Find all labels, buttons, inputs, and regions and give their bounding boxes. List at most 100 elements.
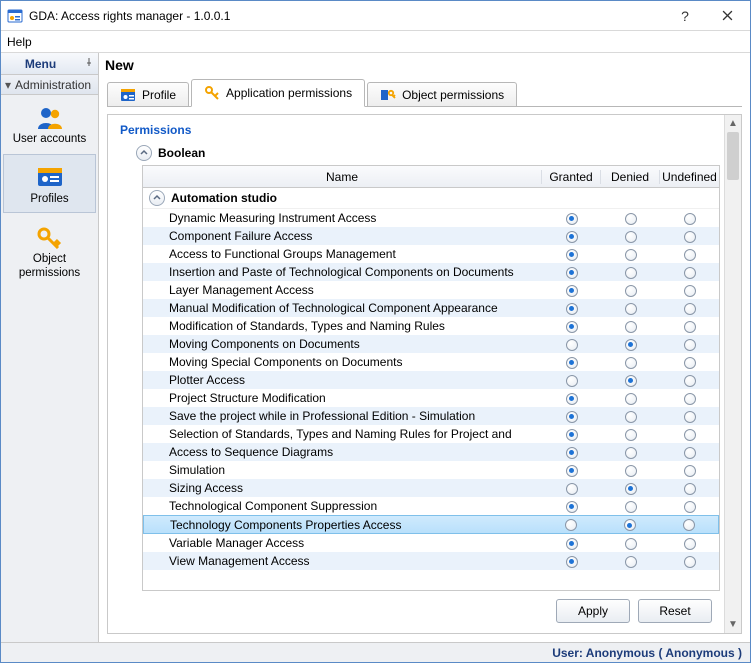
table-row[interactable]: Access to Functional Groups Management: [143, 245, 719, 263]
radio-icon[interactable]: [684, 483, 696, 495]
radio-denied[interactable]: [601, 319, 660, 333]
radio-undef[interactable]: [660, 391, 719, 405]
radio-icon[interactable]: [566, 303, 578, 315]
radio-undef[interactable]: [660, 463, 719, 477]
radio-icon[interactable]: [684, 393, 696, 405]
radio-denied[interactable]: [601, 481, 660, 495]
table-row[interactable]: Moving Special Components on Documents: [143, 353, 719, 371]
scroll-track[interactable]: [725, 132, 741, 616]
table-row[interactable]: Variable Manager Access: [143, 534, 719, 552]
radio-denied[interactable]: [601, 265, 660, 279]
radio-icon[interactable]: [684, 447, 696, 459]
radio-denied[interactable]: [601, 229, 660, 243]
radio-icon[interactable]: [566, 393, 578, 405]
radio-denied[interactable]: [601, 391, 660, 405]
table-row[interactable]: Moving Components on Documents: [143, 335, 719, 353]
radio-denied[interactable]: [601, 355, 660, 369]
radio-granted[interactable]: [542, 301, 601, 315]
radio-undef[interactable]: [660, 301, 719, 315]
radio-granted[interactable]: [542, 247, 601, 261]
radio-icon[interactable]: [684, 538, 696, 550]
table-row[interactable]: Insertion and Paste of Technological Com…: [143, 263, 719, 281]
radio-icon[interactable]: [625, 357, 637, 369]
radio-icon[interactable]: [625, 321, 637, 333]
table-row[interactable]: Plotter Access: [143, 371, 719, 389]
col-name[interactable]: Name: [143, 170, 542, 184]
radio-icon[interactable]: [684, 501, 696, 513]
radio-granted[interactable]: [542, 481, 601, 495]
pin-icon[interactable]: [80, 57, 98, 70]
sidebar-item-object-permissions[interactable]: Object permissions: [1, 215, 98, 285]
table-row[interactable]: Project Structure Modification: [143, 389, 719, 407]
radio-granted[interactable]: [542, 283, 601, 297]
table-row[interactable]: Manual Modification of Technological Com…: [143, 299, 719, 317]
radio-icon[interactable]: [566, 447, 578, 459]
radio-granted[interactable]: [542, 536, 601, 550]
radio-denied[interactable]: [601, 554, 660, 568]
radio-undef[interactable]: [660, 355, 719, 369]
help-button[interactable]: ?: [665, 1, 705, 31]
radio-icon[interactable]: [625, 447, 637, 459]
table-row[interactable]: Technological Component Suppression: [143, 497, 719, 515]
radio-granted[interactable]: [542, 427, 601, 441]
radio-granted[interactable]: [542, 391, 601, 405]
radio-icon[interactable]: [566, 231, 578, 243]
table-row[interactable]: Simulation: [143, 461, 719, 479]
radio-undef[interactable]: [659, 518, 718, 532]
radio-denied[interactable]: [601, 337, 660, 351]
radio-icon[interactable]: [566, 556, 578, 568]
radio-icon[interactable]: [566, 285, 578, 297]
apply-button[interactable]: Apply: [556, 599, 630, 623]
radio-undef[interactable]: [660, 265, 719, 279]
radio-icon[interactable]: [624, 519, 636, 531]
radio-denied[interactable]: [601, 211, 660, 225]
radio-icon[interactable]: [684, 429, 696, 441]
radio-icon[interactable]: [625, 538, 637, 550]
radio-icon[interactable]: [566, 465, 578, 477]
radio-icon[interactable]: [684, 303, 696, 315]
radio-granted[interactable]: [542, 463, 601, 477]
table-row[interactable]: Selection of Standards, Types and Naming…: [143, 425, 719, 443]
radio-denied[interactable]: [601, 373, 660, 387]
col-undefined[interactable]: Undefined: [660, 170, 719, 184]
radio-denied[interactable]: [601, 445, 660, 459]
permissions-group-boolean[interactable]: Boolean: [108, 143, 724, 165]
radio-icon[interactable]: [625, 483, 637, 495]
radio-icon[interactable]: [565, 519, 577, 531]
radio-icon[interactable]: [625, 339, 637, 351]
permissions-subgroup[interactable]: Automation studio: [143, 188, 719, 209]
radio-icon[interactable]: [625, 231, 637, 243]
radio-undef[interactable]: [660, 554, 719, 568]
radio-icon[interactable]: [684, 267, 696, 279]
sidebar-item-user-accounts[interactable]: User accounts: [1, 95, 98, 152]
reset-button[interactable]: Reset: [638, 599, 712, 623]
radio-icon[interactable]: [684, 357, 696, 369]
radio-icon[interactable]: [566, 267, 578, 279]
radio-undef[interactable]: [660, 427, 719, 441]
radio-denied[interactable]: [601, 409, 660, 423]
radio-undef[interactable]: [660, 481, 719, 495]
radio-icon[interactable]: [566, 411, 578, 423]
radio-denied[interactable]: [601, 283, 660, 297]
radio-icon[interactable]: [684, 231, 696, 243]
radio-icon[interactable]: [566, 339, 578, 351]
scroll-down-icon[interactable]: ▼: [725, 616, 741, 633]
radio-icon[interactable]: [566, 357, 578, 369]
scrollbar[interactable]: ▲ ▼: [724, 115, 741, 633]
menu-help[interactable]: Help: [7, 35, 32, 49]
radio-granted[interactable]: [542, 355, 601, 369]
radio-granted[interactable]: [542, 319, 601, 333]
radio-icon[interactable]: [625, 375, 637, 387]
radio-icon[interactable]: [625, 249, 637, 261]
tab-object-permissions[interactable]: Object permissions: [367, 82, 517, 107]
radio-denied[interactable]: [601, 427, 660, 441]
radio-icon[interactable]: [625, 213, 637, 225]
tab-application-permissions[interactable]: Application permissions: [191, 79, 365, 107]
radio-undef[interactable]: [660, 247, 719, 261]
tab-profile[interactable]: Profile: [107, 82, 189, 107]
col-granted[interactable]: Granted: [542, 170, 601, 184]
radio-granted[interactable]: [542, 554, 601, 568]
radio-icon[interactable]: [566, 375, 578, 387]
radio-granted[interactable]: [542, 445, 601, 459]
radio-icon[interactable]: [684, 339, 696, 351]
